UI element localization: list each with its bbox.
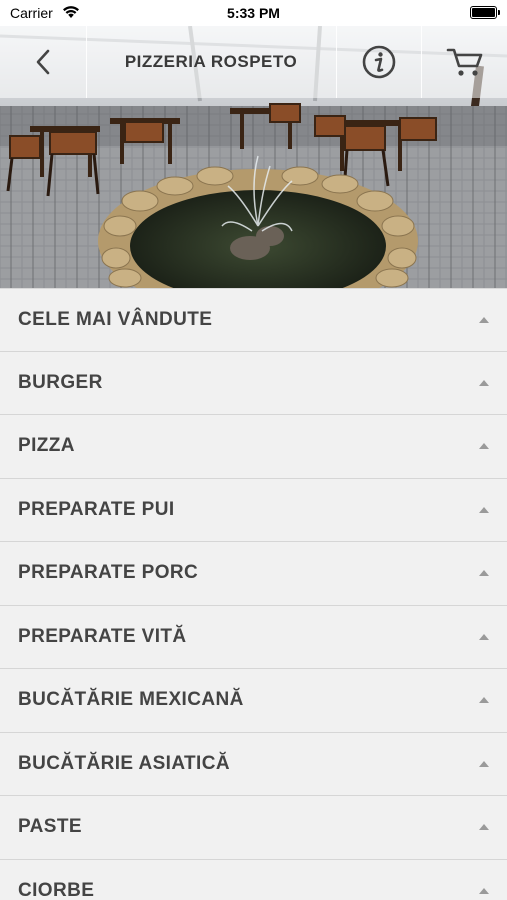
category-row[interactable]: BURGER [0,351,507,415]
category-label: PREPARATE VITĂ [18,625,187,647]
category-label: BUCĂTĂRIE MEXICANĂ [18,689,244,711]
category-label: PASTE [18,816,82,838]
caret-up-icon [479,570,489,577]
cart-icon [446,48,482,76]
category-label: BURGER [18,371,103,393]
category-label: PIZZA [18,435,75,457]
category-row[interactable]: CIORBE [0,859,507,900]
caret-up-icon [479,316,489,323]
category-row[interactable]: PREPARATE PUI [0,478,507,542]
category-row[interactable]: BUCĂTĂRIE MEXICANĂ [0,669,507,733]
clock-label: 5:33 PM [227,5,280,21]
category-row[interactable]: BUCĂTĂRIE ASIATICĂ [0,732,507,796]
category-label: PREPARATE PORC [18,562,199,584]
category-list: CELE MAI VÂNDUTE BURGER PIZZA PREPARATE … [0,288,507,900]
caret-up-icon [479,697,489,704]
back-button[interactable] [0,26,86,98]
category-label: CELE MAI VÂNDUTE [18,308,213,330]
category-label: CIORBE [18,879,95,900]
cart-button[interactable] [422,26,507,98]
caret-up-icon [479,633,489,640]
category-row[interactable]: PREPARATE PORC [0,542,507,606]
category-row[interactable]: PIZZA [0,415,507,479]
caret-up-icon [479,887,489,894]
info-button[interactable] [337,26,421,98]
category-label: PREPARATE PUI [18,498,175,520]
category-row[interactable]: PREPARATE VITĂ [0,605,507,669]
caret-up-icon [479,824,489,831]
status-bar: Carrier 5:33 PM [0,0,507,26]
category-label: BUCĂTĂRIE ASIATICĂ [18,752,230,774]
caret-up-icon [479,443,489,450]
caret-up-icon [479,506,489,513]
chevron-left-icon [36,49,50,75]
category-row[interactable]: CELE MAI VÂNDUTE [0,288,507,352]
page-title: PIZZERIA ROSPETO [124,52,298,71]
battery-icon [470,6,500,19]
caret-up-icon [479,760,489,767]
info-icon [362,45,396,79]
caret-up-icon [479,379,489,386]
category-row[interactable]: PASTE [0,796,507,860]
navigation-bar: PIZZERIA ROSPETO [0,26,507,98]
